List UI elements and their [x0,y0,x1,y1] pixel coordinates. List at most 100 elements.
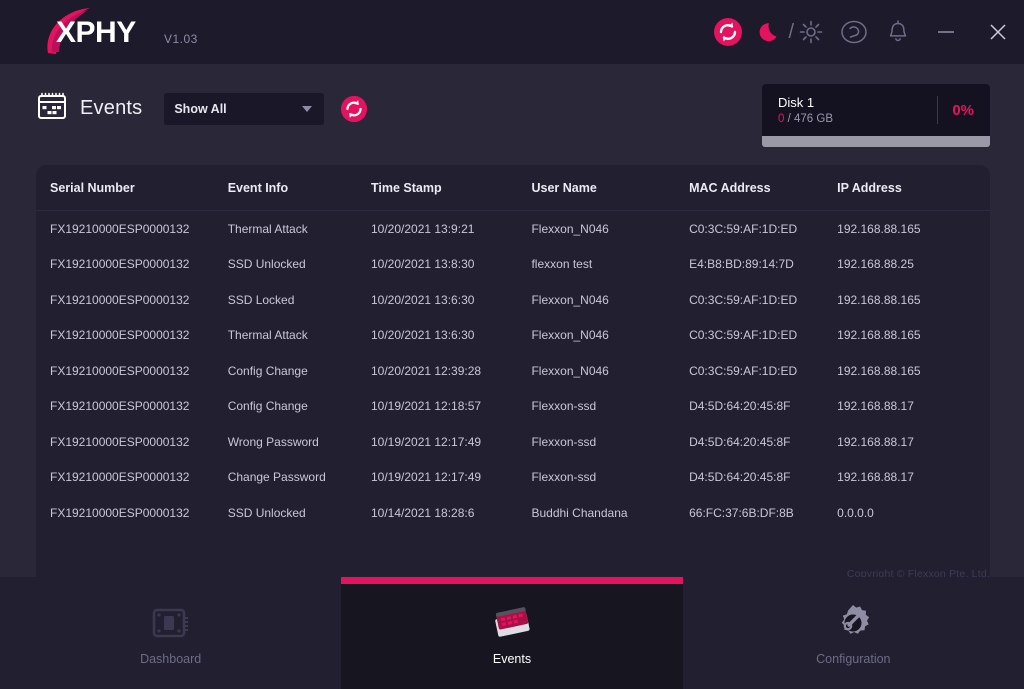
bottom-navigation: Dashboard Events Configuration [0,577,1024,689]
table-cell: FX19210000ESP0000132 [50,221,190,236]
table-cell: 10/20/2021 12:39:28 [370,363,482,378]
theme-toggle-group[interactable]: / [750,19,832,45]
table-row[interactable]: FX19210000ESP0000132 Thermal Attack 10/20/… [36,211,990,247]
table-cell: Flexxon_N046 [531,292,609,307]
active-tab-indicator [341,577,683,584]
table-cell: FX19210000ESP0000132 [50,292,190,307]
table-cell: D4:5D:64:20:45:8F [689,434,791,449]
title-bar: XPHY V1.03 / [0,0,1024,64]
table-row[interactable]: FX19210000ESP0000132 Thermal Attack 10/20/… [36,318,990,354]
column-header-serial-number[interactable]: Serial Number [36,181,228,195]
event-filter-select[interactable]: Show All [164,92,325,125]
table-cell: 192.168.88.165 [837,292,921,307]
event-filter-value: Show All [174,101,227,116]
table-cell: FX19210000ESP0000132 [50,470,190,485]
calendar-icon [36,90,68,127]
brand-logo: XPHY V1.03 [0,8,198,54]
refresh-icon[interactable] [340,95,368,123]
page-title: Events [80,97,143,119]
table-cell: C0:3C:59:AF:1D:ED [689,221,798,236]
disk-status-card[interactable]: Disk 1 0 / 476 GB 0% [762,84,990,136]
table-cell: 192.168.88.165 [837,328,921,343]
column-header-mac-address[interactable]: MAC Address [689,181,837,195]
table-row[interactable]: FX19210000ESP0000132 Config Change 10/19/2… [36,389,990,425]
table-cell: SSD Locked [227,292,295,307]
table-cell: 10/14/2021 18:28:6 [370,505,475,520]
moon-icon[interactable] [758,19,784,45]
events-table-panel: Serial Number Event Info Time Stamp User Na… [36,165,990,595]
ssd-drive-icon [150,600,192,646]
table-cell: D4:5D:64:20:45:8F [689,470,791,485]
sync-icon[interactable] [706,10,750,54]
table-cell: 192.168.88.17 [837,470,914,485]
table-cell: Flexxon-ssd [531,399,597,414]
table-cell: Flexxon_N046 [531,363,609,378]
table-cell: flexxon test [531,257,593,272]
disk-percent-label: 0% [952,101,974,119]
table-cell: Config Change [227,399,308,414]
table-cell: FX19210000ESP0000132 [50,505,190,520]
table-cell: 66:FC:37:6B:DF:8B [689,505,794,520]
disk-capacity-value: 476 GB [794,113,834,125]
table-cell: 10/20/2021 13:6:30 [370,328,475,343]
column-header-time-stamp[interactable]: Time Stamp [371,181,531,195]
content-area: Events Show All Disk 1 0 / 476 GB 0% Ser… [0,64,1024,595]
logo-x-letter: X [56,16,76,49]
table-cell: 192.168.88.165 [837,363,921,378]
gear-wrench-icon [831,600,875,646]
disk-progress-track [762,136,990,147]
column-header-user-name[interactable]: User Name [531,181,689,195]
table-row[interactable]: FX19210000ESP0000132 SSD Unlocked 10/14/20… [36,495,990,531]
table-row[interactable]: FX19210000ESP0000132 Wrong Password 10/19/… [36,424,990,460]
table-body: FX19210000ESP0000132 Thermal Attack 10/20/… [36,211,990,531]
table-cell: Thermal Attack [227,328,308,343]
table-cell: FX19210000ESP0000132 [50,399,190,414]
theme-separator: / [788,20,794,43]
nav-label-dashboard: Dashboard [140,652,202,666]
support-icon[interactable] [832,10,876,54]
table-row[interactable]: FX19210000ESP0000132 Config Change 10/20/2… [36,353,990,389]
table-cell: Config Change [227,363,308,378]
table-cell: Thermal Attack [227,221,308,236]
nav-item-events[interactable]: Events [341,577,683,689]
bell-icon[interactable] [876,10,920,54]
minimize-icon[interactable] [920,0,972,64]
table-cell: C0:3C:59:AF:1D:ED [689,292,798,307]
disk-usage-separator: / [787,113,791,125]
table-cell: Buddhi Chandana [531,505,628,520]
column-header-event-info[interactable]: Event Info [228,181,371,195]
table-cell: C0:3C:59:AF:1D:ED [689,328,798,343]
logo-mark: XPHY [44,8,154,54]
nav-item-dashboard[interactable]: Dashboard [0,577,341,689]
disk-used-value: 0 [778,113,785,125]
table-cell: FX19210000ESP0000132 [50,257,190,272]
table-row[interactable]: FX19210000ESP0000132 Change Password 10/19… [36,460,990,496]
table-cell: Change Password [227,470,326,485]
table-cell: Flexxon-ssd [531,470,597,485]
close-icon[interactable] [972,0,1024,64]
version-label: V1.03 [164,32,198,46]
logo-wordmark: XPHY [56,16,136,50]
table-cell: FX19210000ESP0000132 [50,363,190,378]
disk-info: Disk 1 0 / 476 GB [778,95,923,125]
table-cell: FX19210000ESP0000132 [50,328,190,343]
table-cell: 192.168.88.165 [837,221,921,236]
table-cell: C0:3C:59:AF:1D:ED [689,363,798,378]
table-cell: Flexxon_N046 [531,328,609,343]
nav-label-events: Events [492,652,532,666]
nav-item-configuration[interactable]: Configuration [683,577,1024,689]
table-row[interactable]: FX19210000ESP0000132 SSD Unlocked 10/20/20… [36,247,990,283]
events-toolbar: Events Show All [36,90,368,127]
table-cell: Flexxon_N046 [531,221,609,236]
table-cell: 10/19/2021 12:17:49 [370,470,482,485]
table-cell: D4:5D:64:20:45:8F [689,399,791,414]
table-cell: 10/19/2021 12:17:49 [370,434,482,449]
disk-divider [937,96,939,124]
table-row[interactable]: FX19210000ESP0000132 SSD Locked 10/20/2021… [36,282,990,318]
disk-name: Disk 1 [778,95,815,110]
disk-usage-text: 0 / 476 GB [778,113,923,125]
column-header-ip-address[interactable]: IP Address [837,181,990,195]
titlebar-controls: / [706,0,1024,64]
table-cell: 10/20/2021 13:8:30 [370,257,475,272]
sun-icon[interactable] [798,19,824,45]
